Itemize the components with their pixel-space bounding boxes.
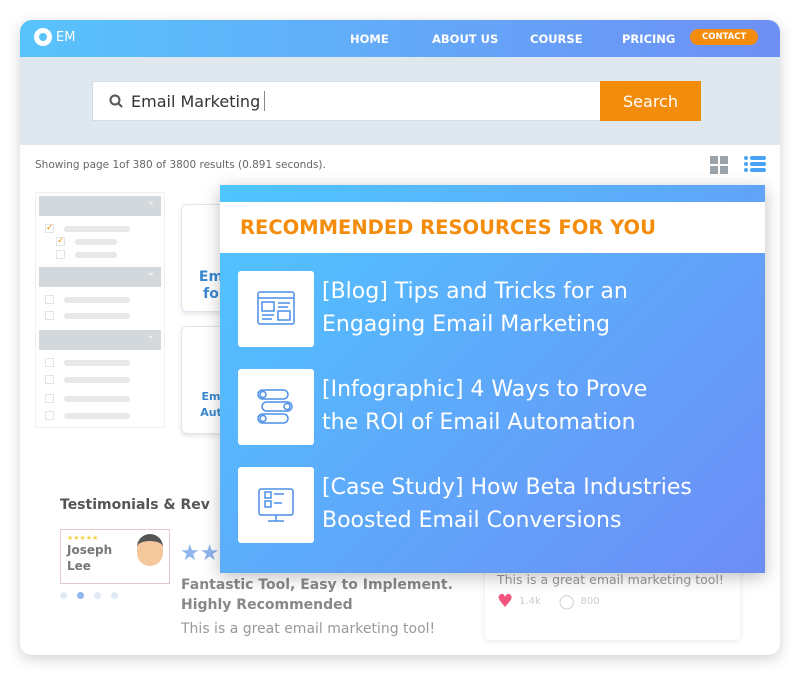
search-input[interactable]: Email Marketing [92, 81, 601, 121]
logo[interactable]: EM [34, 28, 75, 46]
resource-item[interactable]: [Infographic] 4 Ways to Prove the ROI of … [238, 369, 647, 445]
text-caret [264, 91, 266, 111]
filter-group-header[interactable] [39, 330, 161, 350]
browser-window: EM HOME ABOUT US COURSE PRICING CONTACT … [20, 20, 780, 655]
nav-home[interactable]: HOME [350, 32, 389, 46]
webpage-layout-icon [257, 291, 295, 325]
testimonials-heading: Testimonials & Rev [60, 497, 210, 513]
search-band: Email Marketing Search [20, 57, 780, 145]
monitor-wireframe-icon [258, 488, 294, 522]
list-view-icon[interactable] [744, 156, 766, 174]
filter-sidebar: ✓ ✓ [35, 192, 165, 428]
avatar [137, 534, 163, 566]
comment-icon[interactable]: ◯ [559, 594, 575, 610]
search-button[interactable]: Search [600, 81, 701, 121]
checkbox-checked[interactable]: ✓ [56, 237, 65, 246]
logo-text: EM [56, 29, 76, 45]
review-body: This is a great email marketing tool! [181, 621, 436, 637]
checkbox[interactable] [45, 411, 54, 420]
search-icon [109, 94, 123, 108]
checkbox[interactable] [45, 295, 54, 304]
checkbox[interactable] [45, 375, 54, 384]
reviewer-card[interactable]: ★★★★★ Joseph Lee [60, 529, 170, 584]
resource-item[interactable]: [Case Study] How Beta Industries Boosted … [238, 467, 692, 543]
filter-group-header[interactable] [39, 196, 161, 216]
resource-title: the ROI of Email Automation [322, 410, 636, 435]
checkbox[interactable] [56, 250, 65, 259]
comment-count: 800 [580, 596, 600, 607]
rating-stars: ★★ [180, 541, 220, 566]
resource-title: Boosted Email Conversions [322, 508, 622, 533]
contact-button[interactable]: CONTACT [690, 29, 759, 45]
resource-title: [Infographic] 4 Ways to Prove [322, 377, 648, 402]
nav-about[interactable]: ABOUT US [432, 32, 498, 46]
review-card-body: This is a great email marketing tool! [497, 572, 724, 587]
numbered-list-icon [257, 389, 293, 424]
review-title-line: Highly Recommended [181, 597, 353, 613]
search-value: Email Marketing [131, 91, 261, 111]
nav-pricing[interactable]: PRICING [622, 32, 675, 46]
recommended-resources-popup: RECOMMENDED RESOURCES FOR YOU [Blog] Tip… [220, 185, 765, 573]
results-summary: Showing page 1of 380 of 3800 results (0.… [35, 159, 326, 171]
resource-title: Engaging Email Marketing [322, 312, 610, 337]
filter-group-header[interactable] [39, 267, 161, 287]
logo-icon [34, 28, 52, 46]
resource-title: [Blog] Tips and Tricks for an [322, 279, 628, 304]
nav-course[interactable]: COURSE [530, 32, 583, 46]
like-count: 1.4k [519, 596, 541, 607]
review-title: Fantastic Tool, Easy to Implement. Highly… [181, 575, 453, 615]
checkbox[interactable] [45, 394, 54, 403]
review-title-line: Fantastic Tool, Easy to Implement. [181, 577, 453, 593]
resource-item[interactable]: [Blog] Tips and Tricks for an Engaging Em… [238, 271, 628, 347]
resource-title: [Case Study] How Beta Industries [322, 475, 692, 500]
checkbox[interactable] [45, 358, 54, 367]
grid-view-icon[interactable] [710, 156, 728, 174]
checkbox[interactable] [45, 311, 54, 320]
popup-title: RECOMMENDED RESOURCES FOR YOU [220, 202, 765, 253]
checkbox-checked[interactable]: ✓ [45, 224, 54, 233]
carousel-dots[interactable] [60, 592, 118, 599]
top-nav: EM HOME ABOUT US COURSE PRICING CONTACT [20, 20, 780, 57]
heart-icon[interactable]: ♥ [497, 593, 513, 611]
